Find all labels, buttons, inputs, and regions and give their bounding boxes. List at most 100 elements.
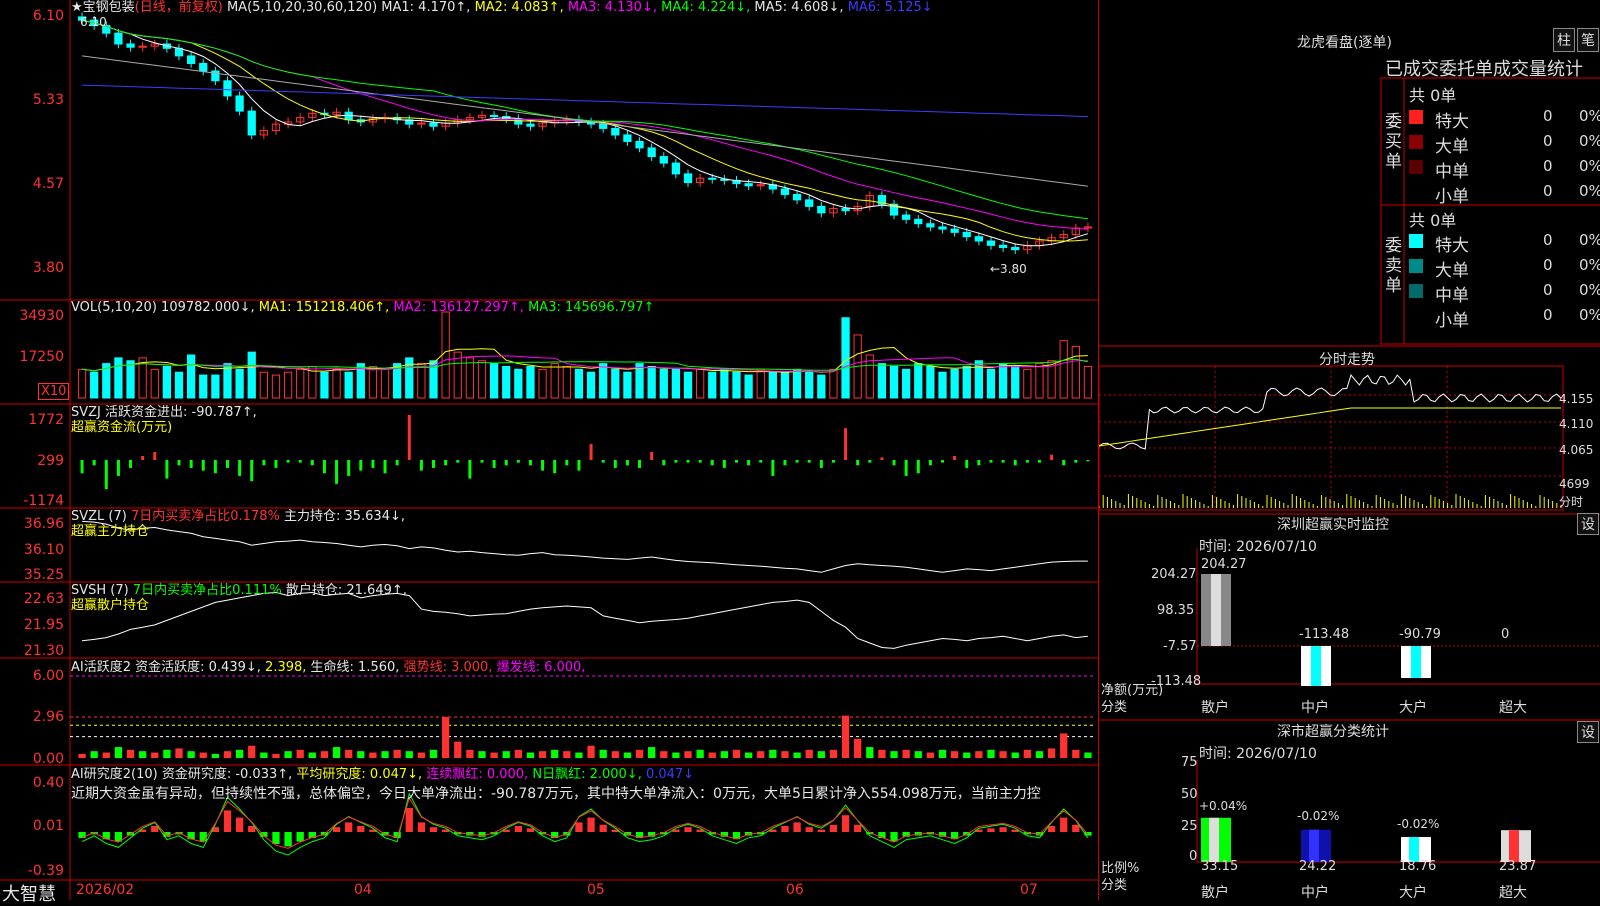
intraday-y-2: 4.110	[1559, 417, 1594, 431]
fund-flow-bar	[783, 460, 787, 466]
volume-bar	[962, 365, 971, 399]
research-bar	[405, 808, 413, 832]
candle	[780, 188, 790, 195]
fund-flow-bar	[92, 460, 96, 466]
volume-bar	[514, 368, 523, 399]
class-bar-stripe	[1209, 817, 1219, 862]
buy-row-count: 0	[1543, 182, 1553, 200]
svsh-title: SVSH (7)	[71, 583, 129, 598]
activity-bar	[1060, 733, 1068, 758]
activity-bar	[829, 749, 838, 758]
ma30-line	[81, 19, 1088, 220]
research-bar	[1072, 824, 1080, 832]
volume-bar	[914, 363, 923, 399]
fund-flow-bar	[225, 460, 229, 468]
svsh-y-2: 21.95	[23, 617, 64, 633]
xaxis-label-4: 06	[786, 882, 804, 898]
kline-svg[interactable]	[0, 0, 1098, 900]
research-bar	[223, 810, 232, 832]
buy-row-count: 0	[1543, 107, 1553, 125]
tick-mode-button[interactable]: 笔	[1577, 28, 1599, 52]
research-bar	[296, 832, 304, 842]
fund-flow-bar	[310, 460, 314, 466]
volume-bar	[1023, 368, 1032, 399]
fund-flow-bar	[928, 460, 932, 466]
candle	[126, 43, 135, 48]
monitor-cat-2: 中户	[1301, 700, 1329, 716]
fund-flow-bar	[613, 460, 617, 468]
ai2-y-3: -0.39	[27, 863, 64, 879]
fund-flow-bar	[1037, 460, 1041, 463]
vol-ma1	[82, 346, 1088, 373]
activity-bar	[187, 751, 195, 758]
svsh-pct: 7日内买卖净占比0.111%	[132, 583, 282, 598]
activity-bar	[914, 751, 922, 758]
candle	[902, 214, 911, 220]
svzl-pct: 7日内买卖净占比0.178%	[130, 509, 280, 524]
activity-bar	[526, 752, 535, 758]
monitor-xlabel: 分类	[1101, 700, 1128, 715]
activity-bar	[248, 745, 256, 758]
bar-mode-button[interactable]: 柱	[1553, 28, 1575, 52]
activity-bar	[987, 749, 995, 758]
low-price-label: ←3.80	[990, 262, 1027, 276]
ma20-line	[81, 19, 1088, 230]
candle	[926, 223, 935, 228]
sell-color-swatch	[1409, 284, 1423, 298]
fund-flow-bar	[892, 460, 896, 466]
volume-bar	[732, 371, 741, 399]
svzl-sub: 超赢主力持仓	[71, 524, 150, 539]
volume-bar	[817, 374, 826, 399]
monitor-settings-button[interactable]: 设	[1577, 513, 1599, 535]
buy-row-count: 0	[1543, 157, 1553, 175]
activity-bar	[1084, 752, 1092, 758]
buy-row-pct: 0%	[1579, 157, 1600, 175]
volume-bar	[1035, 363, 1044, 399]
fund-flow-bar	[432, 460, 436, 468]
activity-bar	[490, 752, 498, 758]
volume-bar	[465, 357, 475, 399]
fund-flow-bar	[819, 460, 823, 468]
fund-flow-bar	[456, 460, 460, 463]
activity-bar	[345, 749, 353, 758]
research-bar	[1060, 817, 1068, 832]
stock-name: 宝钢包装	[82, 0, 135, 15]
volume-bar	[320, 371, 329, 399]
price-y-1: 6.10	[32, 8, 64, 24]
volume-bar	[332, 368, 341, 399]
volume-bar	[695, 368, 705, 399]
volume-bar	[247, 351, 256, 399]
activity-bar	[1047, 748, 1056, 758]
candle	[998, 244, 1008, 249]
volume-bar	[974, 360, 984, 399]
research-bar	[514, 826, 522, 832]
fund-flow-bar	[710, 460, 714, 466]
ma60-line	[82, 55, 1088, 187]
candle	[792, 193, 802, 201]
activity-bar	[284, 751, 292, 758]
activity-bar	[817, 751, 825, 758]
fund-flow-bar	[771, 460, 775, 476]
sell-row-pct: 0%	[1579, 306, 1600, 324]
main-chart-area[interactable]: ★宝钢包装(日线，前复权) MA(5,10,20,30,60,120) MA1:…	[0, 0, 1098, 905]
activity-bar	[696, 749, 704, 758]
sell-row-count: 0	[1543, 306, 1553, 324]
candle	[708, 177, 717, 180]
volume-bar	[744, 374, 753, 399]
ai1-burst: 爆发线: 6.000,	[496, 660, 586, 675]
candle	[914, 218, 923, 225]
volume-bar	[489, 363, 499, 399]
intraday-vol-unit: 分时	[1559, 495, 1584, 509]
activity-bar	[805, 749, 813, 758]
activity-bar	[623, 752, 632, 758]
fund-flow-bar	[880, 457, 884, 460]
class-settings-button[interactable]: 设	[1577, 721, 1599, 743]
activity-bar	[114, 747, 123, 758]
research-bar	[151, 826, 159, 832]
volume-bar	[829, 368, 838, 399]
research-bar	[684, 827, 692, 832]
candle	[817, 205, 826, 214]
candle	[623, 134, 632, 142]
fund-flow-bar	[347, 460, 351, 476]
candle	[526, 123, 535, 127]
